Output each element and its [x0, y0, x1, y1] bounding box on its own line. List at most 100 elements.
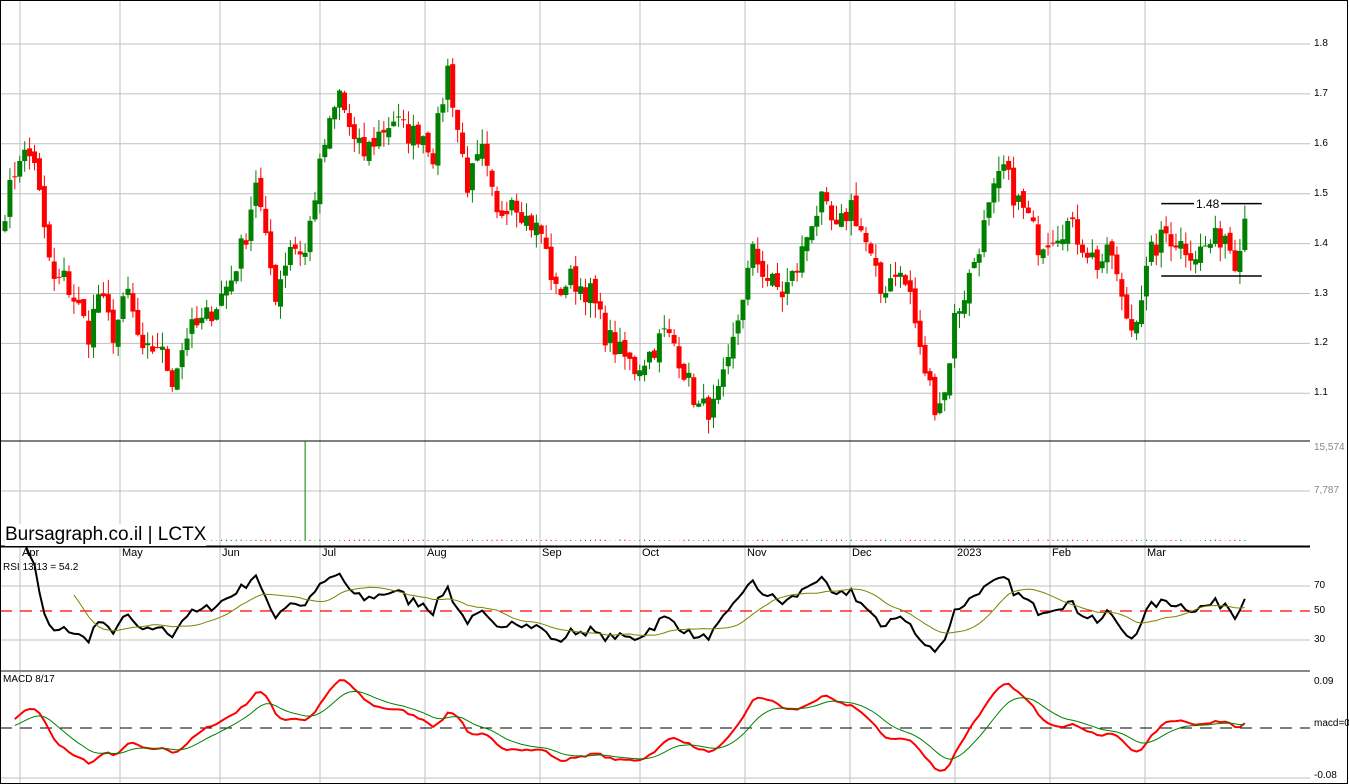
candle-body — [642, 365, 648, 376]
rsi-axis-label: 50 — [1314, 605, 1326, 616]
candle-body — [720, 369, 726, 387]
candle-body — [701, 398, 707, 404]
candle-body — [1016, 195, 1022, 202]
candle-body — [573, 266, 579, 292]
candle-body — [381, 129, 387, 133]
candle-body — [425, 132, 431, 153]
candle-body — [568, 268, 574, 286]
macd-line — [14, 679, 1246, 772]
candle-body — [1089, 252, 1095, 258]
candle-body — [494, 190, 500, 213]
candle-body — [533, 222, 539, 236]
candle-body — [100, 293, 106, 297]
candle-body — [401, 119, 407, 121]
candle-body — [1242, 218, 1248, 251]
candle-body — [1183, 243, 1189, 256]
candle-body — [243, 240, 249, 245]
candle-body — [996, 170, 1002, 189]
candle-body — [789, 271, 795, 281]
candle-body — [51, 261, 57, 279]
candle-body — [17, 161, 23, 177]
rsi-line — [9, 542, 1246, 654]
candle-body — [282, 265, 288, 276]
candle-body — [1163, 226, 1169, 234]
candle-body — [883, 292, 889, 298]
candle-body — [184, 338, 190, 351]
candle-body — [169, 370, 175, 387]
month-label: Apr — [22, 547, 40, 559]
candle-body — [86, 320, 92, 345]
candle-body — [1207, 244, 1213, 248]
candle-body — [696, 403, 702, 407]
macd-axis-label: macd=0 — [1314, 718, 1349, 729]
candle-body — [774, 273, 780, 288]
candle-body — [179, 350, 185, 368]
candle-body — [91, 308, 97, 348]
price-axis-label: 1.7 — [1314, 87, 1328, 99]
price-axis-label: 1.3 — [1314, 287, 1328, 299]
candle-body — [587, 283, 593, 304]
candle-body — [548, 246, 554, 281]
candle-body — [460, 132, 466, 154]
candle-body — [1193, 259, 1199, 265]
candle-body — [942, 392, 948, 401]
macd-axis-label: -0.08 — [1314, 770, 1337, 781]
rsi-axis-label: 70 — [1314, 580, 1326, 591]
candle-body — [740, 299, 746, 321]
candle-body — [1020, 191, 1026, 208]
candle-body — [1040, 249, 1046, 259]
candle-body — [917, 320, 923, 347]
candle-body — [671, 334, 677, 344]
month-label: Jul — [322, 547, 337, 559]
candle-body — [376, 131, 382, 147]
candle-body — [971, 262, 977, 269]
candle-body — [36, 158, 42, 190]
month-label: Oct — [642, 547, 660, 559]
candle-body — [770, 273, 776, 286]
candle-body — [981, 220, 987, 253]
candle-body — [932, 376, 938, 416]
candle-body — [1237, 250, 1243, 273]
candle-body — [214, 309, 220, 320]
candle-body — [1222, 235, 1228, 245]
candle-body — [469, 163, 475, 191]
candle-body — [843, 211, 849, 222]
candle-body — [784, 282, 790, 295]
candle-body — [223, 286, 229, 296]
candle-body — [12, 176, 18, 178]
candle-body — [583, 287, 589, 303]
candle-body — [337, 90, 343, 108]
candle-body — [617, 341, 623, 354]
candle-body — [1011, 167, 1017, 206]
candle-body — [164, 348, 170, 371]
candle-body — [1065, 221, 1071, 244]
candle-body — [1232, 250, 1238, 271]
candle-body — [878, 262, 884, 294]
candle-body — [292, 244, 298, 249]
candle-body — [966, 272, 972, 304]
candle-body — [799, 246, 805, 273]
stock-chart — [0, 0, 1348, 784]
macd-axis-label: 0.09 — [1314, 676, 1334, 687]
candle-body — [327, 118, 333, 149]
candle-body — [991, 183, 997, 203]
candle-body — [474, 154, 480, 161]
price-axis-label: 1.2 — [1314, 337, 1328, 349]
candle-body — [312, 200, 318, 220]
candle-body — [514, 200, 520, 213]
candle-body — [7, 179, 13, 217]
candle-body — [1045, 245, 1051, 248]
candle-body — [1139, 300, 1145, 325]
candle-body — [322, 144, 328, 158]
candle-body — [159, 346, 165, 350]
candle-body — [263, 208, 269, 234]
candle-body — [268, 231, 274, 269]
candle-body — [464, 157, 470, 193]
candle-body — [130, 293, 136, 312]
month-label: Nov — [747, 547, 767, 559]
candle-body — [105, 294, 111, 313]
candle-body — [666, 329, 672, 334]
candle-body — [56, 276, 62, 278]
candle-body — [1070, 217, 1076, 220]
candle-body — [1217, 228, 1223, 248]
